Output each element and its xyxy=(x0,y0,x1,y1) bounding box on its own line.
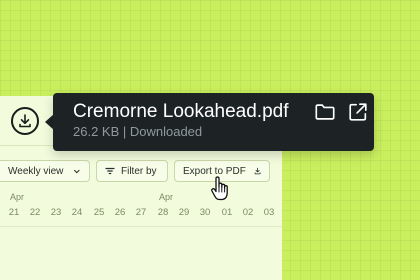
filter-label: Filter by xyxy=(121,165,157,177)
external-link-icon[interactable] xyxy=(347,101,369,123)
month-label: Apr xyxy=(10,192,25,202)
calendar-day[interactable]: 26 xyxy=(110,207,130,218)
download-icon xyxy=(19,114,31,128)
calendar-day[interactable]: 27 xyxy=(131,207,151,218)
hand-pointer-icon xyxy=(211,176,228,201)
folder-icon[interactable] xyxy=(314,101,336,123)
calendar-day[interactable]: 30 xyxy=(195,207,215,218)
calendar-day[interactable]: 28 xyxy=(153,207,173,218)
filter-icon xyxy=(105,167,115,175)
download-tooltip: Cremorne Lookahead.pdf 26.2 KB | Downloa… xyxy=(53,93,374,151)
download-button[interactable] xyxy=(11,107,39,135)
file-name[interactable]: Cremorne Lookahead.pdf xyxy=(73,101,288,123)
calendar-day[interactable]: 01 xyxy=(217,207,237,218)
chevron-down-icon xyxy=(74,169,80,173)
weekly-view-dropdown[interactable]: Weekly view xyxy=(0,160,90,182)
calendar-day[interactable]: 21 xyxy=(4,207,24,218)
calendar-day[interactable]: 03 xyxy=(259,207,279,218)
export-label: Export to PDF xyxy=(183,165,246,177)
calendar-day[interactable]: 23 xyxy=(46,207,66,218)
file-meta: 26.2 KB | Downloaded xyxy=(73,124,203,139)
calendar-day[interactable]: 24 xyxy=(67,207,87,218)
calendar-separator xyxy=(0,226,282,227)
calendar-day[interactable]: 02 xyxy=(238,207,258,218)
calendar-day[interactable]: 25 xyxy=(89,207,109,218)
calendar-day-row: 21 22 23 24 25 26 27 28 29 30 01 02 03 xyxy=(0,207,282,221)
weekly-view-label: Weekly view xyxy=(8,165,64,177)
calendar-day[interactable]: 22 xyxy=(25,207,45,218)
calendar-day[interactable]: 29 xyxy=(174,207,194,218)
download-tray-icon xyxy=(254,167,261,175)
filter-button[interactable]: Filter by xyxy=(96,160,168,182)
month-label: Apr xyxy=(159,192,174,202)
